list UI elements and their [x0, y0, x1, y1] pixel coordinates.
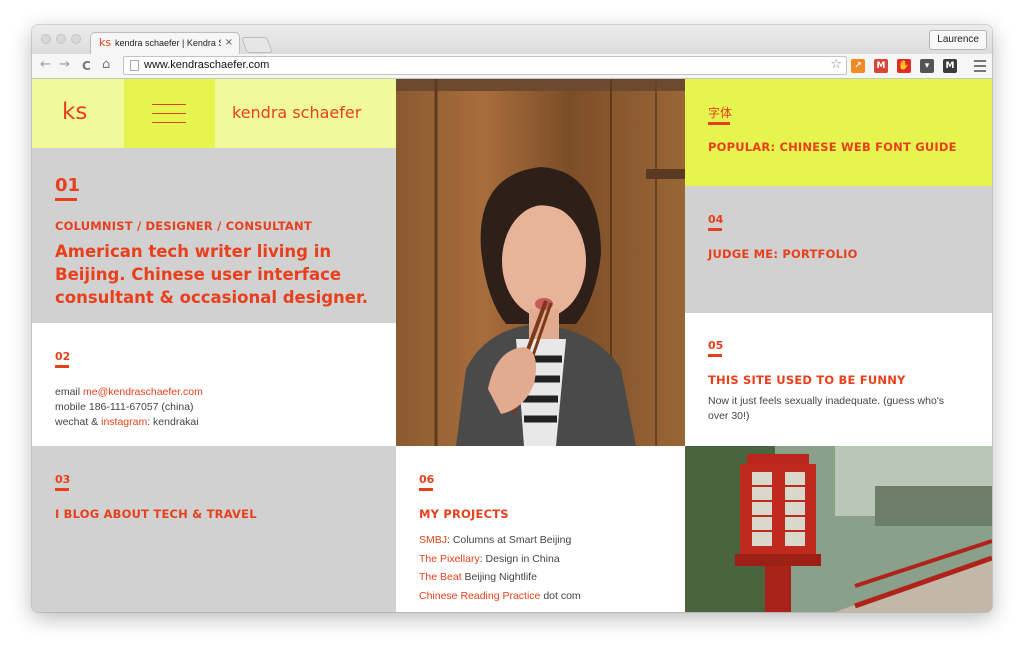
number-underline [708, 354, 722, 357]
section-number: 06 [419, 473, 435, 486]
browser-toolbar: ← → C ⌂ www.kendraschaefer.com ☆ ↗ M ✋ ▾ M [32, 54, 992, 79]
email-line: email me@kendraschaefer.com [55, 385, 203, 400]
section-number: 05 [708, 339, 724, 352]
section-number: 03 [55, 473, 71, 486]
page-viewport: ks kendra schaefer 01 COLUMNIST / DESIGN… [32, 79, 992, 612]
projects-section: 06 MY PROJECTS SMBJ: Columns at Smart Be… [396, 446, 685, 612]
browser-menu-icon[interactable] [974, 60, 986, 75]
forward-icon[interactable]: → [59, 57, 70, 72]
pocket-extension-icon[interactable]: ▾ [920, 59, 934, 73]
new-tab-button[interactable] [241, 37, 273, 53]
project-description: : Design in China [479, 552, 560, 565]
email-link[interactable]: me@kendraschaefer.com [83, 386, 203, 398]
lantern-photo [685, 446, 992, 612]
browser-tab[interactable]: ks kendra schaefer | Kendra S × [90, 32, 240, 55]
portrait-image [396, 79, 685, 446]
funny-text-line: over 30!) [708, 410, 750, 422]
hamburger-line [152, 113, 186, 114]
m-extension-icon[interactable]: M [943, 59, 957, 73]
portrait-photo [396, 79, 685, 446]
adblock-extension-icon[interactable]: ✋ [897, 59, 911, 73]
section-number: 04 [708, 213, 724, 226]
tagline-line: American tech writer living in [55, 242, 332, 261]
section-number: 02 [55, 350, 71, 363]
bookmark-star-icon[interactable]: ☆ [830, 57, 842, 72]
project-link[interactable]: The Beat [419, 571, 462, 583]
close-window-button[interactable] [41, 34, 51, 44]
intro-tagline: American tech writer living in Beijing. … [55, 240, 368, 309]
site-logo-text: ks [62, 99, 88, 125]
minimize-window-button[interactable] [56, 34, 66, 44]
project-item: The Beat Beijing Nightlife [419, 568, 581, 587]
project-description: : Columns at Smart Beijing [447, 534, 572, 546]
tab-title: kendra schaefer | Kendra S [115, 38, 221, 48]
gmail-extension-icon[interactable]: M [874, 59, 888, 73]
title-bar: ks kendra schaefer | Kendra S × Laurence [32, 25, 992, 55]
portfolio-heading: JUDGE ME: PORTFOLIO [708, 247, 858, 261]
hamburger-line [152, 122, 186, 123]
home-icon[interactable]: ⌂ [102, 57, 110, 72]
intro-heading: COLUMNIST / DESIGNER / CONSULTANT [55, 219, 312, 233]
site-name-box[interactable]: kendra schaefer [215, 79, 396, 148]
project-link[interactable]: Chinese Reading Practice [419, 590, 540, 602]
instagram-link[interactable]: instagram [101, 416, 147, 428]
project-item: SMBJ: Columns at Smart Beijing [419, 531, 581, 550]
portfolio-section[interactable]: 04 JUDGE ME: PORTFOLIO [685, 186, 992, 313]
section-number: 01 [55, 175, 81, 196]
intro-section: 01 COLUMNIST / DESIGNER / CONSULTANT Ame… [32, 148, 396, 323]
hamburger-line [152, 104, 186, 105]
font-guide-heading: POPULAR: CHINESE WEB FONT GUIDE [708, 140, 957, 154]
blog-heading: I BLOG ABOUT TECH & TRAVEL [55, 507, 257, 521]
wechat-line: wechat & instagram: kendrakai [55, 415, 203, 430]
wechat-handle: : kendrakai [147, 416, 199, 428]
reload-icon[interactable]: C [82, 59, 91, 73]
funny-section[interactable]: 05 THIS SITE USED TO BE FUNNY Now it jus… [685, 313, 992, 446]
lantern-image [685, 446, 992, 612]
profile-button[interactable]: Laurence [929, 30, 987, 50]
tab-favicon-icon: ks [99, 36, 112, 49]
tab-close-icon[interactable]: × [225, 37, 233, 48]
contact-details: email me@kendraschaefer.com mobile 186-1… [55, 385, 203, 430]
project-item: The Pixellary: Design in China [419, 550, 581, 569]
number-underline [708, 228, 722, 231]
address-bar[interactable]: www.kendraschaefer.com ☆ [123, 56, 847, 75]
font-guide-section[interactable]: 字体 POPULAR: CHINESE WEB FONT GUIDE [685, 79, 992, 186]
number-underline [419, 488, 433, 491]
funny-text: Now it just feels sexually inadequate. (… [708, 394, 944, 424]
wechat-label: wechat & [55, 416, 102, 428]
back-icon[interactable]: ← [40, 57, 51, 72]
email-label: email [55, 386, 84, 398]
zoom-window-button[interactable] [71, 34, 81, 44]
contact-section: 02 email me@kendraschaefer.com mobile 18… [32, 323, 396, 446]
number-underline [55, 365, 69, 368]
tagline-line: Beijing. Chinese user interface [55, 265, 342, 284]
tagline-line: consultant & occasional designer. [55, 288, 369, 307]
number-underline [55, 488, 69, 491]
projects-heading: MY PROJECTS [419, 507, 509, 521]
hamburger-menu-button[interactable] [124, 79, 215, 148]
blog-section[interactable]: 03 I BLOG ABOUT TECH & TRAVEL [32, 446, 396, 612]
projects-list: SMBJ: Columns at Smart Beijing The Pixel… [419, 531, 581, 605]
browser-window: ks kendra schaefer | Kendra S × Laurence… [32, 25, 992, 612]
font-guide-icon: 字体 [708, 106, 733, 120]
number-underline [55, 198, 77, 201]
page-icon [130, 60, 139, 71]
site-name: kendra schaefer [232, 103, 362, 122]
project-item: Chinese Reading Practice dot com [419, 587, 581, 606]
project-description: Beijing Nightlife [461, 571, 537, 583]
funny-heading: THIS SITE USED TO BE FUNNY [708, 373, 906, 387]
analytics-extension-icon[interactable]: ↗ [851, 59, 865, 73]
site-logo[interactable]: ks [32, 79, 124, 148]
project-link[interactable]: SMBJ [419, 534, 447, 546]
number-underline [708, 122, 730, 125]
project-link[interactable]: The Pixellary [419, 553, 480, 565]
project-description: dot com [540, 589, 581, 602]
funny-text-line: Now it just feels sexually inadequate. (… [708, 395, 945, 407]
url-text: www.kendraschaefer.com [144, 59, 270, 71]
mobile-line: mobile 186-111-67057 (china) [55, 401, 194, 413]
